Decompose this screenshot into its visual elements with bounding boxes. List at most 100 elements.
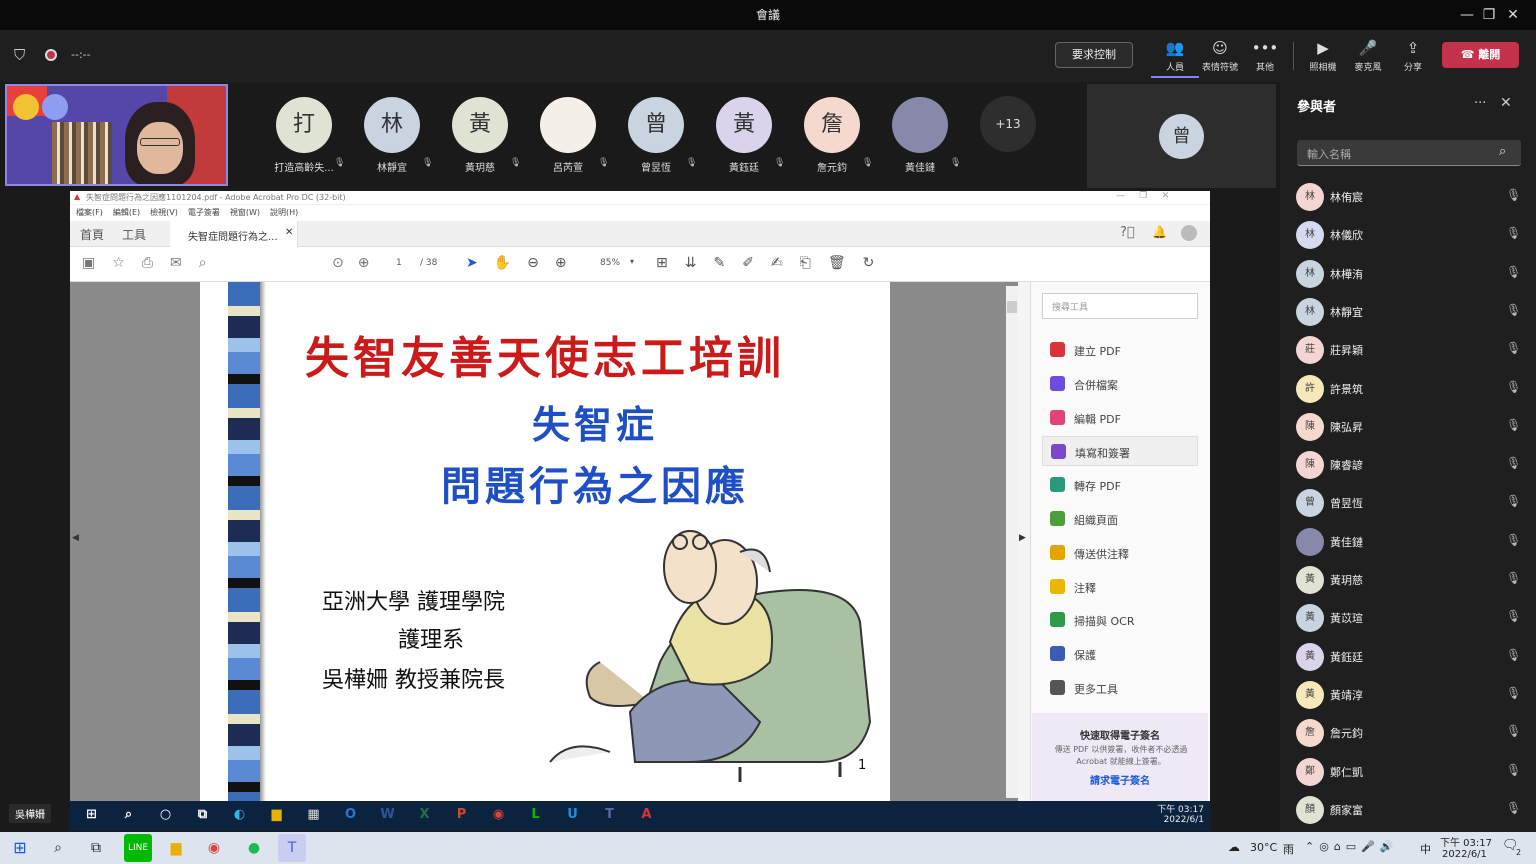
tool-item[interactable]: 編輯 PDF bbox=[1042, 403, 1198, 433]
participant-row[interactable]: 詹詹元鈞 🎙 bbox=[1296, 716, 1526, 754]
bell-icon[interactable]: 🔔 bbox=[1152, 225, 1167, 239]
edge-icon[interactable]: ◐ bbox=[226, 804, 253, 826]
participant-row[interactable]: 黃佳鏈 🎙 bbox=[1296, 525, 1526, 563]
teams-icon[interactable]: T bbox=[596, 804, 623, 826]
tab-tools[interactable]: 工具 bbox=[122, 226, 146, 243]
prev-page-icon[interactable]: ⊙ bbox=[332, 255, 344, 271]
tool-item[interactable]: 合併檔案 bbox=[1042, 369, 1198, 399]
mic-muted-icon[interactable]: 🎙 bbox=[1506, 456, 1521, 470]
participant-avatar[interactable] bbox=[892, 97, 948, 153]
save-icon[interactable]: ▣ bbox=[82, 255, 95, 271]
zoom-search-icon[interactable]: ⌕ bbox=[199, 255, 207, 271]
scrollbar-thumb[interactable] bbox=[1007, 301, 1017, 313]
participant-avatar[interactable]: 打 bbox=[276, 97, 332, 153]
ime-indicator[interactable]: 中 bbox=[1420, 841, 1431, 857]
zoom-in-icon[interactable]: ⊕ bbox=[555, 255, 567, 271]
participant-row[interactable]: 陳陳睿諺 🎙 bbox=[1296, 448, 1526, 486]
teams-icon[interactable]: T bbox=[278, 834, 306, 862]
participant-row[interactable]: 林林儀欣 🎙 bbox=[1296, 218, 1526, 256]
tool-item[interactable]: 保護 bbox=[1042, 639, 1198, 669]
participant-avatar[interactable] bbox=[540, 97, 596, 153]
excel-icon[interactable]: X bbox=[411, 804, 438, 826]
acrobat-window-controls[interactable]: — ❐ ✕ bbox=[1116, 191, 1169, 201]
mic-muted-icon[interactable]: 🎙 bbox=[1506, 801, 1521, 815]
participant-avatar[interactable]: 曾 bbox=[628, 97, 684, 153]
presenter-video[interactable] bbox=[5, 84, 228, 186]
acrobat-icon[interactable]: A bbox=[633, 804, 660, 826]
mic-muted-icon[interactable]: 🎙 bbox=[1506, 533, 1521, 547]
line-icon[interactable]: L bbox=[522, 804, 549, 826]
mic-muted-icon[interactable]: 🎙 bbox=[1506, 303, 1521, 317]
select-cursor-icon[interactable]: ➤ bbox=[466, 255, 478, 271]
mic-muted-icon[interactable]: 🎙 bbox=[1506, 763, 1521, 777]
participant-row[interactable]: 陳陳弘昇 🎙 bbox=[1296, 410, 1526, 448]
print-icon[interactable]: ⎙ bbox=[142, 255, 153, 271]
tool-item[interactable]: 轉存 PDF bbox=[1042, 470, 1198, 500]
mail-icon[interactable]: ✉ bbox=[170, 255, 182, 271]
file-explorer-icon[interactable]: ▆ bbox=[162, 834, 190, 862]
participant-row[interactable]: 林林侑宸 🎙 bbox=[1296, 180, 1526, 218]
next-page-icon[interactable]: ⊕ bbox=[358, 255, 370, 271]
mic-muted-icon[interactable]: 🎙 bbox=[1506, 686, 1521, 700]
vertical-scrollbar[interactable] bbox=[1006, 286, 1018, 798]
people-button[interactable]: 👥 人員 bbox=[1151, 36, 1199, 78]
menu-item[interactable]: 說明(H) bbox=[270, 207, 298, 221]
comment-icon[interactable]: ✎ bbox=[713, 255, 725, 271]
participant-avatar[interactable]: 林 bbox=[364, 97, 420, 153]
tool-item[interactable]: 掃描與 OCR bbox=[1042, 605, 1198, 635]
participant-avatar[interactable]: 黃 bbox=[716, 97, 772, 153]
leave-button[interactable]: ☎ 離開 bbox=[1442, 42, 1519, 68]
cortana-icon[interactable]: ○ bbox=[152, 804, 179, 826]
powerpoint-icon[interactable]: P bbox=[448, 804, 475, 826]
chrome-icon[interactable]: ◉ bbox=[200, 834, 228, 862]
help-icon[interactable]: ?⃝ bbox=[1120, 225, 1135, 240]
share-button[interactable]: ⇪ 分享 bbox=[1389, 36, 1437, 78]
participant-row[interactable]: 許許景筑 🎙 bbox=[1296, 372, 1526, 410]
chrome-icon[interactable]: ◉ bbox=[485, 804, 512, 826]
tool-item[interactable]: 建立 PDF bbox=[1042, 335, 1198, 365]
tray-icons[interactable]: ⌃◎⌂▭🎤🔊 bbox=[1305, 840, 1399, 853]
tool-item[interactable]: 注釋 bbox=[1042, 572, 1198, 602]
star-icon[interactable]: ☆ bbox=[112, 255, 125, 271]
camera-button[interactable]: ▶ 照相機 bbox=[1299, 36, 1347, 78]
mic-muted-icon[interactable]: 🎙 bbox=[1506, 494, 1521, 508]
zoom-out-icon[interactable]: ⊖ bbox=[527, 255, 539, 271]
more-button[interactable]: ••• 其他 bbox=[1241, 36, 1289, 78]
word-icon[interactable]: W bbox=[374, 804, 401, 826]
participant-row[interactable]: 曾曾昱恆 🎙 bbox=[1296, 486, 1526, 524]
clock-date[interactable]: 2022/6/1 bbox=[1442, 849, 1487, 860]
clock-time[interactable]: 下午 03:17 bbox=[1440, 834, 1492, 849]
panel-close-icon[interactable]: ✕ bbox=[1500, 95, 1512, 111]
tool-item[interactable]: 填寫和簽署 bbox=[1042, 436, 1198, 467]
menu-item[interactable]: 檢視(V) bbox=[150, 207, 178, 221]
menu-item[interactable]: 視窗(W) bbox=[230, 207, 260, 221]
menu-item[interactable]: 編輯(E) bbox=[113, 207, 140, 221]
participant-row[interactable]: 黃黃苡瑄 🎙 bbox=[1296, 601, 1526, 639]
menu-item[interactable]: 檔案(F) bbox=[76, 207, 103, 221]
participant-row[interactable]: 林林樺洧 🎙 bbox=[1296, 257, 1526, 295]
store-icon[interactable]: ▦ bbox=[300, 804, 327, 826]
line-app-icon[interactable]: LINE bbox=[124, 834, 152, 862]
request-esign-link[interactable]: 請求電子簽名 bbox=[1032, 772, 1208, 787]
stamp-icon[interactable]: ⎗ bbox=[800, 255, 811, 271]
mic-muted-icon[interactable]: 🎙 bbox=[1506, 724, 1521, 738]
mic-muted-icon[interactable]: 🎙 bbox=[1506, 380, 1521, 394]
overflow-count[interactable]: +13 bbox=[980, 96, 1036, 152]
participant-row[interactable]: 黃黃玥慈 🎙 bbox=[1296, 563, 1526, 601]
page-number-input[interactable]: 1 bbox=[396, 258, 402, 268]
mic-muted-icon[interactable]: 🎙 bbox=[1506, 341, 1521, 355]
mic-muted-icon[interactable]: 🎙 bbox=[1506, 609, 1521, 623]
mic-muted-icon[interactable]: 🎙 bbox=[1506, 648, 1521, 662]
mic-muted-icon[interactable]: 🎙 bbox=[1506, 226, 1521, 240]
participant-row[interactable]: 鄭鄭仁凱 🎙 bbox=[1296, 755, 1526, 793]
folder-icon[interactable]: ▆ bbox=[263, 804, 290, 826]
panel-more-icon[interactable]: ··· bbox=[1474, 96, 1486, 111]
zoom-level[interactable]: 85% bbox=[600, 258, 620, 268]
tool-item[interactable]: 組織頁面 bbox=[1042, 504, 1198, 534]
search-icon[interactable]: ⌕ bbox=[115, 804, 142, 826]
account-icon[interactable] bbox=[1181, 225, 1197, 241]
task-view-icon[interactable]: ⧉ bbox=[82, 834, 110, 862]
participant-row[interactable]: 黃黃靖淳 🎙 bbox=[1296, 678, 1526, 716]
app-icon[interactable]: U bbox=[559, 804, 586, 826]
participant-avatar[interactable]: 黃 bbox=[452, 97, 508, 153]
